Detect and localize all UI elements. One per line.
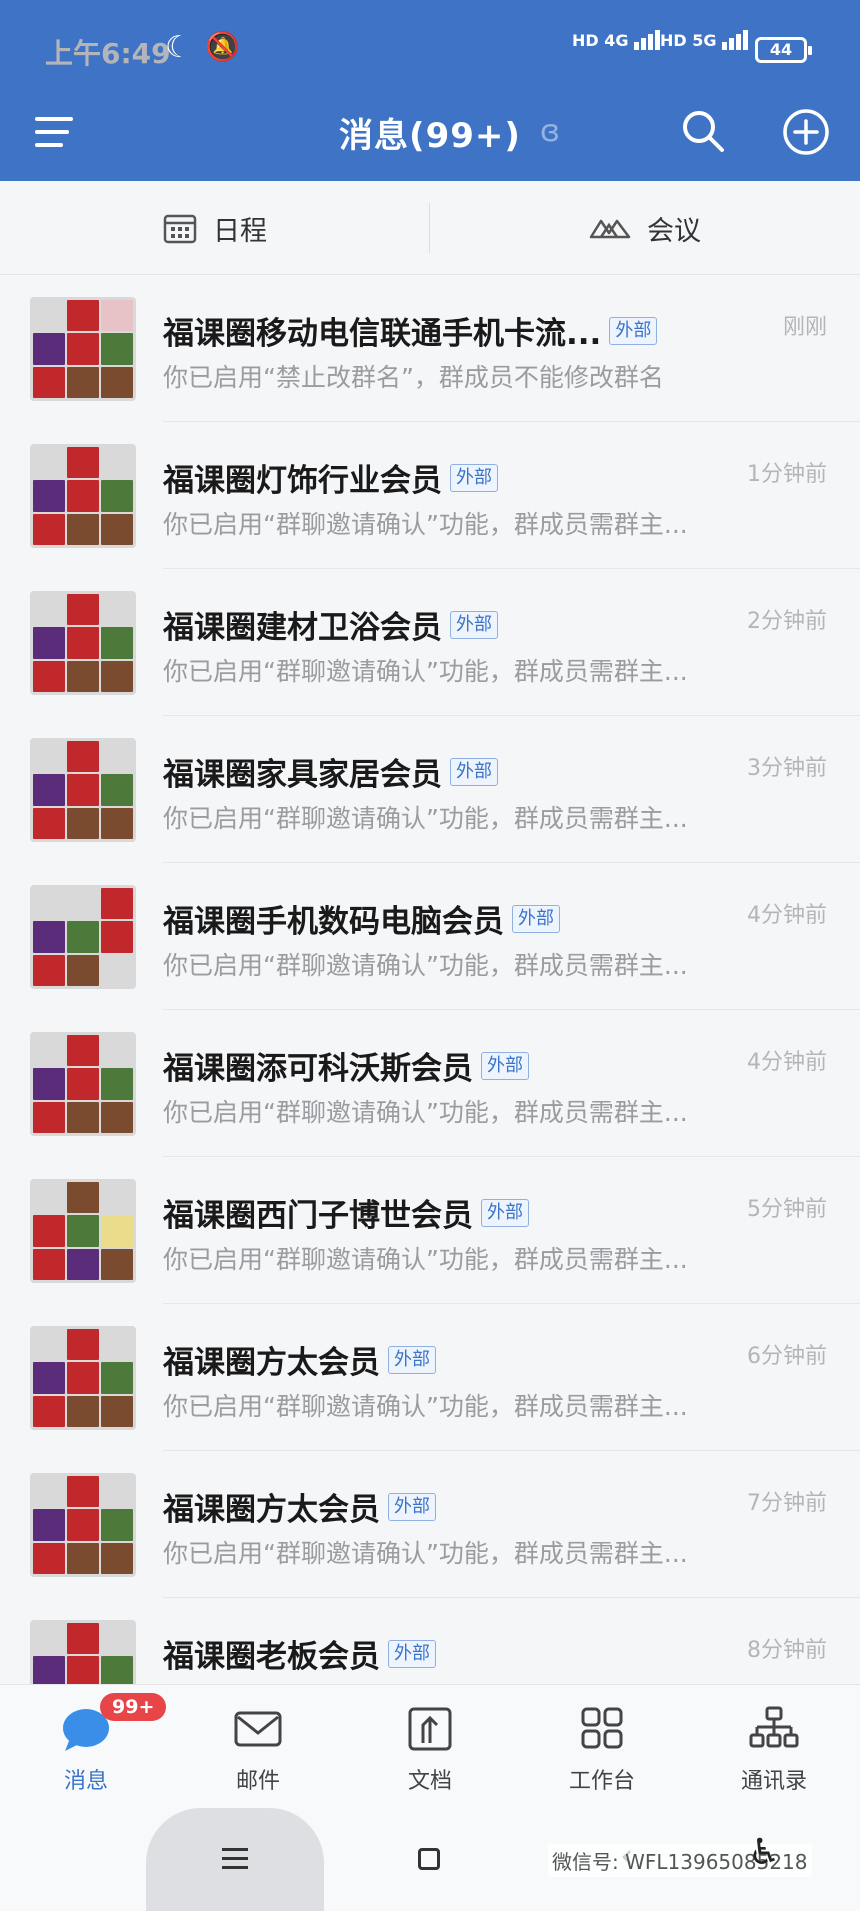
nav-contacts[interactable]: 通讯录 <box>688 1685 860 1809</box>
group-avatar <box>30 297 136 401</box>
nav-label: 邮件 <box>235 1769 280 1794</box>
grid-icon <box>581 1707 623 1749</box>
nav-label: 通讯录 <box>740 1769 807 1794</box>
search-icon[interactable] <box>680 108 726 154</box>
nav-mail[interactable]: 邮件 <box>172 1685 344 1809</box>
nav-label: 消息 <box>63 1769 108 1794</box>
external-badge: 外部 <box>512 904 560 933</box>
group-avatar <box>30 591 136 695</box>
conversation-preview: 你已启用“群聊邀请确认”功能，群成员需群主... <box>163 951 688 980</box>
home-button-icon[interactable] <box>418 1848 440 1870</box>
unread-badge: 99+ <box>100 1693 167 1721</box>
conversation-preview: 你已启用“群聊邀请确认”功能，群成员需群主... <box>163 1539 688 1568</box>
meeting-icon <box>589 219 631 239</box>
conversation-row[interactable]: 福课圈建材卫浴会员 外部 2分钟前 你已启用“群聊邀请确认”功能，群成员需群主..… <box>0 569 860 716</box>
page-title: 消息(99+) <box>339 116 521 156</box>
moon-icon: ☾ <box>165 30 192 65</box>
conversation-row[interactable]: 福课圈家具家居会员 外部 3分钟前 你已启用“群聊邀请确认”功能，群成员需群主..… <box>0 716 860 863</box>
conversation-name: 福课圈家具家居会员 <box>163 757 442 793</box>
ear-icon[interactable]: ɞ <box>540 114 560 149</box>
nav-workbench[interactable]: 工作台 <box>516 1685 688 1809</box>
document-icon <box>408 1707 452 1751</box>
conversation-preview: 你已启用“群聊邀请确认”功能，群成员需群主... <box>163 1098 688 1127</box>
conversation-row[interactable]: 福课圈添可科沃斯会员 外部 4分钟前 你已启用“群聊邀请确认”功能，群成员需群主.… <box>0 1010 860 1157</box>
conversation-row[interactable]: 福课圈移动电信联通手机卡流... 外部 刚刚 你已启用“禁止改群名”，群成员不能修… <box>0 275 860 422</box>
conversation-preview: 你已启用“禁止改群名”，群成员不能修改群名 <box>163 363 664 392</box>
signal-sim2-icon: HD 5G <box>660 30 750 50</box>
conversation-preview: 你已启用“群聊邀请确认”功能，群成员需群主... <box>163 510 688 539</box>
nav-docs[interactable]: 文档 <box>344 1685 516 1809</box>
bottom-nav: 99+ 消息 邮件 文档 工作台 通讯录 <box>0 1684 860 1808</box>
conversation-name: 福课圈添可科沃斯会员 <box>163 1051 473 1087</box>
external-badge: 外部 <box>388 1345 436 1374</box>
tab-schedule[interactable]: 日程 <box>0 181 430 275</box>
sim1-label: HD 4G <box>572 31 629 50</box>
group-avatar <box>30 1473 136 1577</box>
external-badge: 外部 <box>388 1639 436 1668</box>
sim2-label: HD 5G <box>660 31 717 50</box>
conversation-name: 福课圈方太会员 <box>163 1492 380 1528</box>
conversation-time: 5分钟前 <box>747 1197 827 1222</box>
conversation-preview: 你已启用“群聊邀请确认”功能，群成员需群主... <box>163 1245 688 1274</box>
org-chart-icon <box>749 1706 799 1748</box>
calendar-icon <box>163 214 197 244</box>
conversation-name: 福课圈西门子博世会员 <box>163 1198 473 1234</box>
nav-messages[interactable]: 99+ 消息 <box>0 1685 172 1809</box>
recent-apps-icon[interactable] <box>222 1848 248 1875</box>
conversation-row[interactable]: 福课圈灯饰行业会员 外部 1分钟前 你已启用“群聊邀请确认”功能，群成员需群主..… <box>0 422 860 569</box>
conversation-name: 福课圈移动电信联通手机卡流... <box>163 316 602 352</box>
conversation-preview: 你已启用“群聊邀请确认”功能，群成员需群主... <box>163 1392 688 1421</box>
external-badge: 外部 <box>388 1492 436 1521</box>
nav-label: 文档 <box>407 1769 452 1794</box>
conversation-time: 8分钟前 <box>747 1638 827 1663</box>
external-badge: 外部 <box>450 610 498 639</box>
conversation-row[interactable]: 福课圈方太会员 外部 6分钟前 你已启用“群聊邀请确认”功能，群成员需群主... <box>0 1304 860 1451</box>
conversation-name: 福课圈老板会员 <box>163 1639 380 1675</box>
conversation-row[interactable]: 福课圈西门子博世会员 外部 5分钟前 你已启用“群聊邀请确认”功能，群成员需群主.… <box>0 1157 860 1304</box>
group-avatar <box>30 738 136 842</box>
external-badge: 外部 <box>481 1051 529 1080</box>
tab-schedule-label: 日程 <box>213 215 267 247</box>
mute-bell-icon: 🔕 <box>205 30 240 63</box>
conversation-list: 福课圈移动电信联通手机卡流... 外部 刚刚 你已启用“禁止改群名”，群成员不能修… <box>0 275 860 1745</box>
external-badge: 外部 <box>481 1198 529 1227</box>
nav-label: 工作台 <box>568 1769 635 1794</box>
conversation-name: 福课圈手机数码电脑会员 <box>163 904 504 940</box>
group-avatar <box>30 885 136 989</box>
status-bar: 上午6:49 ☾ 🔕 HD 4G HD 5G 44 <box>0 0 860 100</box>
group-avatar <box>30 1326 136 1430</box>
quick-tabs: 日程 会议 <box>0 181 860 275</box>
app-header: 上午6:49 ☾ 🔕 HD 4G HD 5G 44 消息(99+) ɞ <box>0 0 860 181</box>
conversation-preview: 你已启用“群聊邀请确认”功能，群成员需群主... <box>163 804 688 833</box>
conversation-name: 福课圈灯饰行业会员 <box>163 463 442 499</box>
title-bar: 消息(99+) ɞ <box>0 100 860 181</box>
system-nav-bar: ‹ 微信号: WFL13965085218 ♿ <box>0 1808 860 1911</box>
external-badge: 外部 <box>609 316 658 345</box>
conversation-time: 7分钟前 <box>747 1491 827 1516</box>
conversation-time: 1分钟前 <box>747 462 827 487</box>
battery-icon: 44 <box>755 37 812 63</box>
conversation-time: 4分钟前 <box>747 903 827 928</box>
conversation-time: 3分钟前 <box>747 756 827 781</box>
external-badge: 外部 <box>450 463 498 492</box>
group-avatar <box>30 1032 136 1136</box>
accessibility-icon[interactable]: ♿ <box>748 1832 780 1873</box>
conversation-name: 福课圈方太会员 <box>163 1345 380 1381</box>
signal-sim1-icon: HD 4G <box>572 30 662 50</box>
conversation-name: 福课圈建材卫浴会员 <box>163 610 442 646</box>
conversation-row[interactable]: 福课圈手机数码电脑会员 外部 4分钟前 你已启用“群聊邀请确认”功能，群成员需群主… <box>0 863 860 1010</box>
group-avatar <box>30 444 136 548</box>
mail-icon <box>234 1711 282 1747</box>
tab-meeting-label: 会议 <box>647 215 701 247</box>
conversation-time: 2分钟前 <box>747 609 827 634</box>
conversation-preview: 你已启用“群聊邀请确认”功能，群成员需群主... <box>163 657 688 686</box>
external-badge: 外部 <box>450 757 498 786</box>
conversation-time: 刚刚 <box>782 315 827 340</box>
add-icon[interactable] <box>782 108 830 156</box>
conversation-time: 4分钟前 <box>747 1050 827 1075</box>
conversation-row[interactable]: 福课圈方太会员 外部 7分钟前 你已启用“群聊邀请确认”功能，群成员需群主... <box>0 1451 860 1598</box>
conversation-time: 6分钟前 <box>747 1344 827 1369</box>
tab-meeting[interactable]: 会议 <box>430 181 860 275</box>
group-avatar <box>30 1179 136 1283</box>
